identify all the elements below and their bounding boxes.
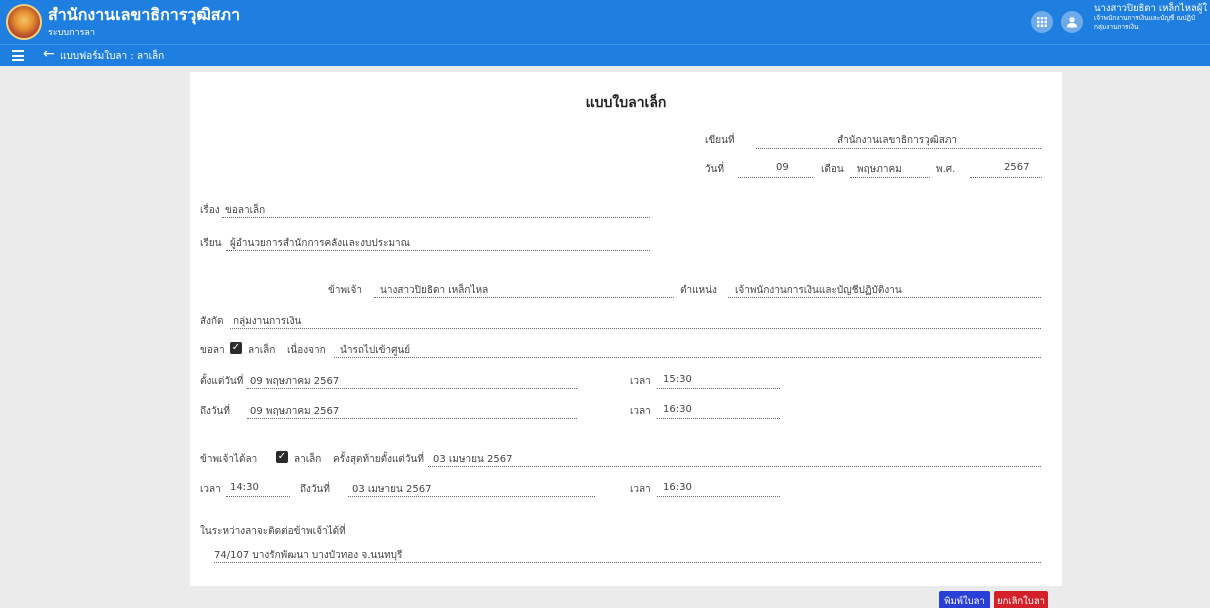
leave-type-label: ลาเล็ก	[248, 345, 276, 356]
form-title: แบบใบลาเล็ก	[585, 95, 667, 111]
to-date-line	[247, 418, 577, 419]
to-value[interactable]: ผู้อำนวยการสำนักการคลังและงบประมาณ	[230, 236, 410, 251]
to-time-label: เวลา	[630, 406, 651, 417]
last-time-line	[226, 496, 290, 497]
arrow-left-icon[interactable]: ←	[43, 46, 55, 62]
user-avatar-icon	[1067, 17, 1077, 28]
to-date-label: ถึงวันที่	[200, 406, 230, 417]
from-time-line	[657, 388, 780, 389]
from-date-label: ตั้งแต่วันที่	[200, 376, 244, 387]
last-time-label: เวลา	[200, 484, 221, 495]
last-to-line	[348, 496, 595, 497]
date-day[interactable]: 09	[776, 162, 789, 173]
leave-form-paper: แบบใบลาเล็ก เขียนที่ สำนักงานเลขาธิการวุ…	[190, 72, 1062, 586]
last-from-label: ครั้งสุดท้ายตั้งแต่วันที่	[333, 454, 424, 465]
hamburger-menu-icon[interactable]	[12, 50, 24, 61]
position-label: ตำแหน่ง	[680, 285, 717, 296]
written-at-line	[756, 148, 1041, 149]
user-department: กลุ่มงานการเงิน	[1094, 23, 1139, 31]
to-time-line	[657, 418, 780, 419]
last-to-label: ถึงวันที่	[300, 484, 330, 495]
from-date-line	[247, 388, 577, 389]
month-label: เดือน	[821, 164, 844, 175]
reason-line	[334, 357, 1041, 358]
print-leave-button[interactable]: พิมพ์ใบลา	[939, 591, 990, 608]
reason-value[interactable]: นำรถไปเข้าศูนย์	[340, 343, 410, 358]
top-app-bar: สำนักงานเลขาธิการวุฒิสภา ระบบการลา นางสา…	[0, 0, 1210, 44]
date-year-line	[970, 177, 1042, 178]
senate-logo	[6, 4, 42, 40]
checkbox-checked-icon[interactable]: ✓	[230, 342, 242, 354]
subject-line	[222, 217, 650, 218]
from-time-value[interactable]: 15:30	[663, 374, 692, 385]
last-leave-label: ข้าพเจ้าได้ลา	[200, 454, 258, 465]
user-avatar-button[interactable]	[1061, 11, 1083, 33]
dept-label: สังกัด	[200, 316, 224, 327]
apps-grid-icon	[1037, 17, 1047, 27]
date-year[interactable]: 2567	[1004, 162, 1029, 173]
breadcrumb: แบบฟอร์มใบลา : ลาเล็ก	[60, 51, 165, 62]
apps-button[interactable]	[1031, 11, 1053, 33]
date-label: วันที่	[705, 164, 725, 175]
request-label: ขอลา	[200, 345, 225, 356]
to-line	[226, 250, 650, 251]
name-line	[374, 297, 674, 298]
to-time-value[interactable]: 16:30	[663, 404, 692, 415]
sub-navigation-bar: ← แบบฟอร์มใบลา : ลาเล็ก	[0, 44, 1210, 66]
reason-label: เนื่องจาก	[287, 345, 326, 356]
name-value[interactable]: นางสาวปิยธิดา เหล็กไหล	[380, 283, 488, 298]
dept-value[interactable]: กลุ่มงานการเงิน	[233, 314, 301, 329]
name-label: ข้าพเจ้า	[328, 285, 362, 296]
position-value[interactable]: เจ้าพนักงานการเงินและบัญชีปฏิบัติงาน	[735, 283, 902, 298]
last-end-time-label: เวลา	[630, 484, 651, 495]
last-end-time-line	[657, 496, 780, 497]
system-subtitle: ระบบการลา	[48, 28, 95, 38]
written-at-value[interactable]: สำนักงานเลขาธิการวุฒิสภา	[837, 133, 957, 148]
last-time-value[interactable]: 14:30	[230, 482, 259, 493]
last-to-value[interactable]: 03 เมษายน 2567	[352, 482, 431, 497]
from-time-label: เวลา	[630, 376, 651, 387]
subject-label: เรื่อง	[200, 205, 220, 216]
date-month-line	[850, 177, 930, 178]
year-label: พ.ศ.	[936, 164, 956, 175]
last-end-time-value[interactable]: 16:30	[663, 482, 692, 493]
to-label: เรียน	[200, 238, 222, 249]
date-month[interactable]: พฤษภาคม	[857, 162, 902, 177]
position-line	[728, 297, 1041, 298]
last-leave-type: ลาเล็ก	[294, 454, 322, 465]
written-at-label: เขียนที่	[705, 135, 735, 146]
subject-value[interactable]: ขอลาเล็ก	[225, 203, 265, 218]
cancel-leave-button[interactable]: ยกเลิกใบลา	[994, 591, 1048, 608]
date-day-line	[738, 177, 813, 178]
to-date-value[interactable]: 09 พฤษภาคม 2567	[250, 404, 339, 419]
last-from-value[interactable]: 03 เมษายน 2567	[433, 452, 512, 467]
contact-line	[214, 562, 1041, 563]
dept-line	[230, 328, 1041, 329]
from-date-value[interactable]: 09 พฤษภาคม 2567	[250, 374, 339, 389]
contact-value[interactable]: 74/107 บางรักพัฒนา บางบัวทอง จ.นนทบุรี	[214, 548, 402, 563]
last-from-line	[428, 466, 1041, 467]
checkbox-checked-icon[interactable]: ✓	[276, 451, 288, 463]
contact-label: ในระหว่างลาจะติดต่อข้าพเจ้าได้ที่	[200, 526, 346, 537]
